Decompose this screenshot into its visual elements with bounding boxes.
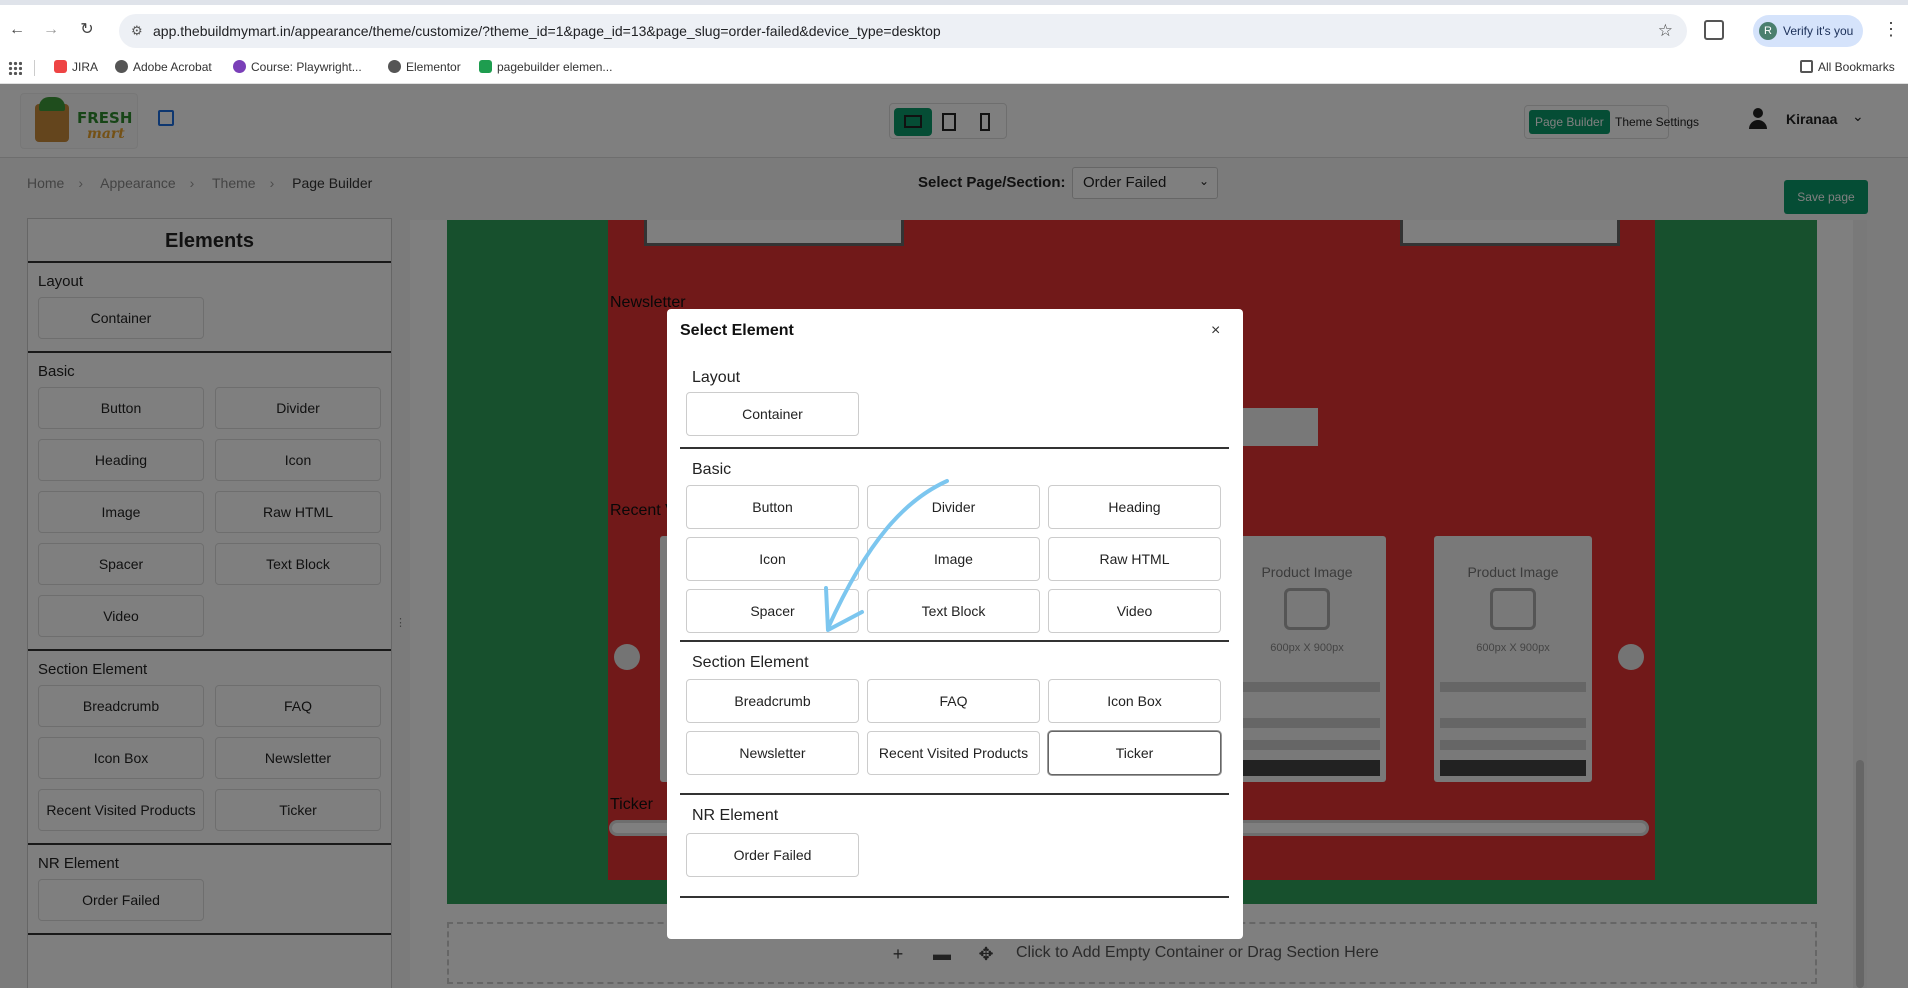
apps-icon[interactable] [8,61,22,75]
modal-element-raw-html[interactable]: Raw HTML [1048,537,1221,581]
modal-element-icon[interactable]: Icon [686,537,859,581]
modal-element-breadcrumb[interactable]: Breadcrumb [686,679,859,723]
reload-icon[interactable]: ↻ [76,19,98,41]
modal-element-newsletter[interactable]: Newsletter [686,731,859,775]
modal-title: Select Element [680,322,794,339]
modal-element-icon-box[interactable]: Icon Box [1048,679,1221,723]
avatar: R [1759,22,1777,40]
bookmarks-bar: JIRA Adobe Acrobat Course: Playwright...… [0,52,1908,84]
browser-menu-icon[interactable]: ⋮ [1882,19,1900,40]
bookmark-elementor[interactable]: Elementor [388,60,461,74]
browser-toolbar: ← → ↻ ⚙ app.thebuildmymart.in/appearance… [0,0,1908,52]
sheets-icon [479,60,492,73]
profile-button[interactable]: R Verify it's you [1753,15,1863,47]
modal-element-text-block[interactable]: Text Block [867,589,1040,633]
bookmark-adobe[interactable]: Adobe Acrobat [115,60,212,74]
globe-icon [115,60,128,73]
divider [34,60,35,76]
modal-element-faq[interactable]: FAQ [867,679,1040,723]
profile-label: Verify it's you [1783,24,1854,38]
modal-element-container[interactable]: Container [686,392,859,436]
modal-section-element-section: Section Element Breadcrumb FAQ Icon Box … [680,642,1229,795]
section-heading: NR Element [692,807,779,824]
section-heading: Basic [692,461,732,478]
section-heading: Layout [692,369,741,386]
address-bar[interactable]: ⚙ app.thebuildmymart.in/appearance/theme… [119,14,1687,48]
modal-element-recent-visited-products[interactable]: Recent Visited Products [867,731,1040,775]
section-heading: Section Element [692,654,809,671]
bookmark-course[interactable]: Course: Playwright... [233,60,362,74]
bookmark-label: JIRA [72,60,99,74]
modal-element-ticker[interactable]: Ticker [1048,731,1221,775]
select-element-modal: Select Element × Layout Container Basic … [667,309,1243,939]
modal-element-video[interactable]: Video [1048,589,1221,633]
modal-basic-section: Basic Button Divider Heading Icon Image … [680,449,1229,642]
back-icon[interactable]: ← [6,19,28,41]
close-icon[interactable]: × [1211,323,1220,339]
bookmark-label: All Bookmarks [1818,60,1895,74]
site-info-icon[interactable]: ⚙ [131,23,147,39]
modal-element-divider[interactable]: Divider [867,485,1040,529]
url-text[interactable]: app.thebuildmymart.in/appearance/theme/c… [153,23,941,39]
bookmark-label: Elementor [406,60,461,74]
app-root: FRESH mart Page Builder Theme Settings K… [0,84,1908,988]
bookmark-label: pagebuilder elemen... [497,60,613,74]
modal-element-order-failed[interactable]: Order Failed [686,833,859,877]
bookmark-pagebuilder[interactable]: pagebuilder elemen... [479,60,612,74]
folder-icon [1800,60,1813,73]
bookmark-label: Course: Playwright... [251,60,362,74]
gmail-icon [54,60,67,73]
modal-element-spacer[interactable]: Spacer [686,589,859,633]
bookmark-jira[interactable]: JIRA [54,60,98,74]
modal-element-heading[interactable]: Heading [1048,485,1221,529]
bookmark-star-icon[interactable]: ☆ [1658,21,1673,41]
modal-layout-section: Layout Container [680,358,1229,449]
extensions-icon[interactable] [1704,20,1724,40]
forward-icon[interactable]: → [40,19,62,41]
modal-element-image[interactable]: Image [867,537,1040,581]
all-bookmarks[interactable]: All Bookmarks [1800,60,1895,74]
globe-icon [388,60,401,73]
course-icon [233,60,246,73]
bookmark-label: Adobe Acrobat [133,60,212,74]
modal-nr-section: NR Element Order Failed [680,795,1229,898]
modal-element-button[interactable]: Button [686,485,859,529]
